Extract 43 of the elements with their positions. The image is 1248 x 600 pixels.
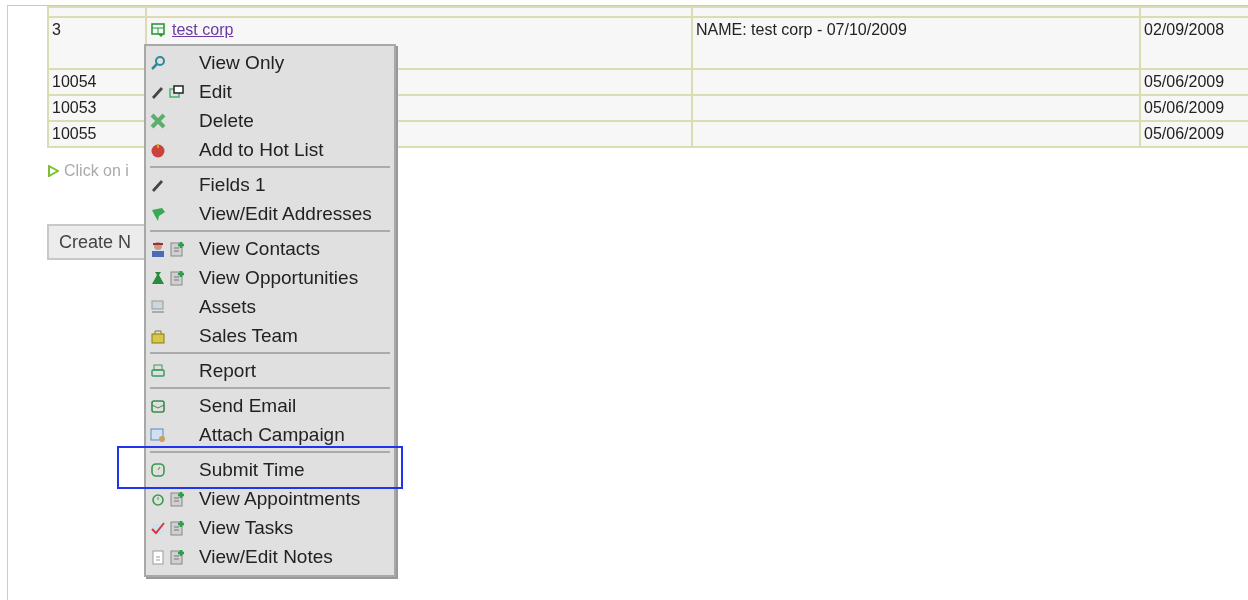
briefcase-icon — [150, 327, 166, 344]
table-cell: 10054 — [52, 73, 97, 90]
computer-icon — [150, 298, 166, 315]
menu-item[interactable]: Delete — [148, 106, 392, 135]
document-add-icon — [169, 269, 185, 286]
menu-item[interactable]: Edit — [148, 77, 392, 106]
table-cell: 02/09/2008 — [1144, 21, 1225, 38]
document-add-icon — [169, 519, 185, 536]
menu-item[interactable]: Fields 1 — [148, 170, 392, 199]
notepad-icon — [150, 548, 166, 565]
hint-text: Click on i — [64, 162, 129, 180]
tomato-icon — [150, 141, 166, 158]
window-icon — [169, 83, 185, 100]
menu-item[interactable]: Sales Team — [148, 321, 392, 350]
menu-item[interactable]: Attach Campaign — [148, 420, 392, 449]
document-add-icon — [169, 548, 185, 565]
document-add-icon — [169, 240, 185, 257]
clock-icon — [150, 461, 166, 478]
document-add-icon — [169, 490, 185, 507]
menu-item[interactable]: View Appointments — [148, 484, 392, 513]
table-cell: 05/06/2009 — [1144, 99, 1225, 116]
table-cell: 10053 — [52, 99, 97, 116]
magnifier-icon — [150, 54, 166, 71]
menu-item[interactable]: Submit Time — [148, 455, 392, 484]
person-icon — [150, 240, 166, 257]
table-cell: 10055 — [52, 125, 97, 142]
menu-item[interactable]: View Only — [148, 48, 392, 77]
table-cell: 05/06/2009 — [1144, 125, 1225, 142]
menu-item[interactable]: Assets — [148, 292, 392, 321]
menu-item[interactable]: View Tasks — [148, 513, 392, 542]
table-cell: 05/06/2009 — [1144, 73, 1225, 90]
menu-item[interactable]: Add to Hot List — [148, 135, 392, 164]
cross-icon — [150, 112, 166, 129]
calendar-icon — [150, 22, 166, 38]
record-link[interactable]: test corp — [172, 21, 234, 39]
menu-item[interactable]: Report — [148, 356, 392, 385]
play-icon — [47, 165, 59, 177]
menu-item[interactable]: View/Edit Notes — [148, 542, 392, 571]
table-cell: 3 — [52, 21, 61, 38]
menu-item[interactable]: Send Email — [148, 391, 392, 420]
printer-icon — [150, 362, 166, 379]
menu-item[interactable]: View Opportunities — [148, 263, 392, 292]
table-cell: NAME: test corp - 07/10/2009 — [696, 21, 907, 38]
